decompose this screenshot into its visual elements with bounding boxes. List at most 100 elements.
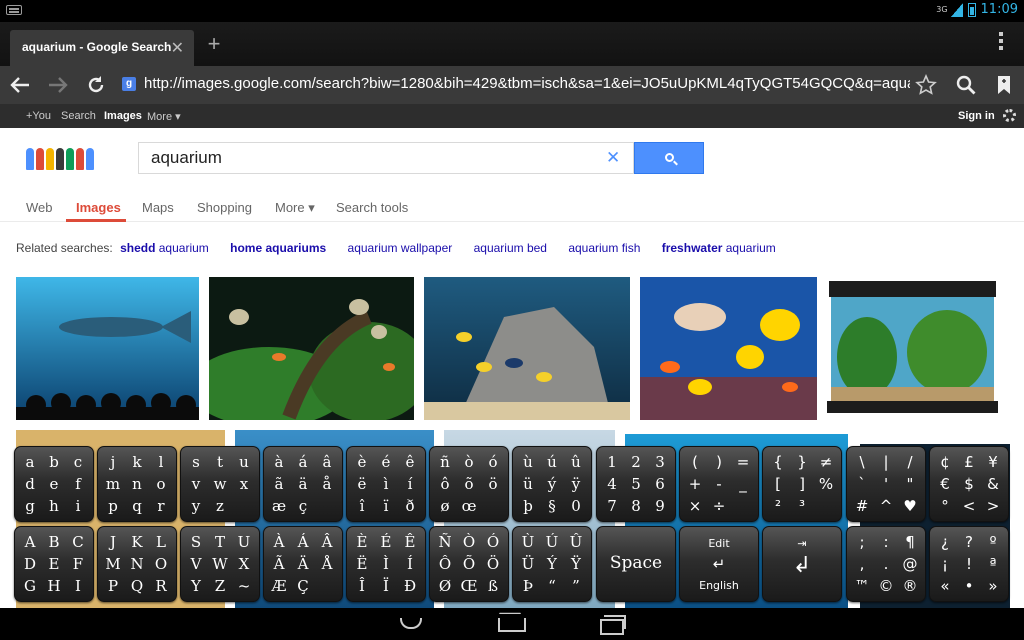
related-link-home[interactable]: home aquariums — [230, 241, 326, 255]
key-glyph: Í — [407, 555, 413, 573]
url-bar[interactable]: g http://images.google.com/search?biw=12… — [116, 72, 910, 98]
key-glyph: ê — [405, 453, 415, 471]
key-digits[interactable]: 123 456 789 — [596, 446, 676, 522]
related-rest: aquarium — [722, 241, 776, 255]
key-A-accents[interactable]: ÀÁÂ ÃÄÅ ÆÇ — [263, 526, 343, 602]
key-glyph: a — [25, 453, 35, 471]
gbar-search[interactable]: Search — [61, 110, 96, 122]
new-tab-button[interactable]: + — [200, 32, 228, 58]
key-glyph: ó — [488, 453, 498, 471]
clear-search-icon[interactable]: ✕ — [606, 148, 620, 168]
bookmark-star-button[interactable] — [910, 70, 942, 100]
language-label: English — [699, 579, 739, 592]
key-abc[interactable]: abc def ghi — [14, 446, 94, 522]
forward-button[interactable] — [42, 70, 74, 100]
bookmarks-button[interactable] — [988, 70, 1020, 100]
key-glyph: C — [72, 533, 84, 551]
close-tab-icon[interactable]: ✕ — [171, 38, 184, 58]
key-glyph: J — [109, 533, 116, 551]
key-math-symbols[interactable]: () = + - _ × ÷ — [679, 446, 759, 522]
key-glyph: l — [158, 453, 164, 471]
key-glyph: Ã — [273, 555, 285, 573]
key-glyph: ¶ — [905, 533, 915, 551]
nav-recents-icon[interactable] — [596, 614, 626, 635]
space-key[interactable]: Space — [596, 526, 676, 602]
overflow-menu-icon[interactable] — [998, 32, 1004, 54]
key-glyph: Ý — [547, 555, 557, 573]
key-u-accents[interactable]: ù ú û ü ý ÿ þ § 0 — [512, 446, 592, 522]
key-glyph: O — [154, 555, 168, 573]
reload-button[interactable] — [80, 70, 112, 100]
key-STU[interactable]: S T U V W X Y Z ~ — [180, 526, 260, 602]
image-result-fish-tank-kit[interactable] — [827, 277, 998, 420]
nav-home-icon[interactable] — [496, 614, 526, 634]
related-link-fish[interactable]: aquarium fish — [568, 241, 640, 255]
key-glyph: W — [212, 555, 228, 573]
key-JKL[interactable]: JKL MNO PQR — [97, 526, 177, 602]
image-result-planted-tank[interactable] — [209, 277, 414, 420]
key-O-accents[interactable]: ÑÒÓ ÔÕÖ ØŒß — [429, 526, 509, 602]
key-e-accents[interactable]: èéê ëìí îïð — [346, 446, 426, 522]
key-glyph: U — [237, 533, 251, 551]
sign-in-link[interactable]: Sign in — [958, 110, 995, 122]
key-glyph: 8 — [631, 497, 641, 515]
key-E-accents[interactable]: ÈÉÊ ËÌÍ ÎÏĐ — [346, 526, 426, 602]
back-button[interactable] — [4, 70, 36, 100]
tab-search-tools[interactable]: Search tools — [336, 200, 408, 215]
key-stu[interactable]: stu vwx yz — [180, 446, 260, 522]
key-glyph: ( — [692, 453, 698, 471]
key-punctuation[interactable]: ;: ¶,. @ ™ © ® — [846, 526, 926, 602]
key-brackets[interactable]: {} ≠ []% ² ³ — [762, 446, 842, 522]
key-jkl[interactable]: jkl mno pqr — [97, 446, 177, 522]
key-glyph: | — [883, 453, 889, 471]
key-ABC[interactable]: ABC DEF GHI — [14, 526, 94, 602]
tab-shopping[interactable]: Shopping — [197, 200, 252, 215]
key-o-accents[interactable]: ñòó ôõö øœ — [429, 446, 509, 522]
key-glyph: Ï — [383, 577, 389, 595]
tab-maps[interactable]: Maps — [142, 200, 174, 215]
key-slashes[interactable]: \ | / ` ' " # ^ ♥ — [846, 446, 926, 522]
gbar-images[interactable]: Images — [104, 110, 142, 122]
edit-language-key[interactable]: Edit ↵ English — [679, 526, 759, 602]
nav-back-icon[interactable] — [396, 614, 426, 634]
related-link-shedd[interactable]: shedd aquarium — [120, 241, 209, 255]
key-glyph: Œ — [460, 577, 478, 595]
key-glyph: Ü — [521, 555, 535, 573]
key-glyph: € — [940, 475, 950, 493]
gear-icon[interactable] — [1003, 109, 1016, 122]
tab-enter-key[interactable]: ⇥ ↲ — [762, 526, 842, 602]
gbar-more[interactable]: More ▾ — [147, 110, 181, 123]
key-glyph: ñ — [440, 453, 450, 471]
key-U-accents[interactable]: Ù Ú Û Ü Ý Ÿ Þ “ ” — [512, 526, 592, 602]
image-result-rock-aquarium[interactable] — [424, 277, 630, 420]
key-inverted-punct[interactable]: ¿? º ¡! ª « • » — [929, 526, 1009, 602]
key-a-accents[interactable]: àáâ ãäå æç — [263, 446, 343, 522]
key-glyph: ý — [547, 475, 557, 493]
tab-web[interactable]: Web — [26, 200, 53, 215]
keyboard-indicator-icon — [6, 5, 22, 15]
key-glyph: Ì — [383, 555, 389, 573]
key-glyph: f — [75, 475, 81, 493]
browser-tab[interactable]: aquarium - Google Search ✕ — [10, 30, 194, 66]
tab-images[interactable]: Images — [76, 200, 121, 215]
related-link-bed[interactable]: aquarium bed — [474, 241, 547, 255]
key-glyph: Å — [321, 555, 333, 573]
search-button[interactable] — [634, 142, 704, 174]
search-input[interactable] — [138, 142, 634, 174]
google-doodle-logo[interactable] — [26, 148, 104, 176]
image-result-tropical-fish[interactable] — [640, 277, 817, 420]
battery-icon — [967, 2, 976, 17]
key-glyph: Ÿ — [571, 555, 581, 573]
related-link-freshwater[interactable]: freshwater aquarium — [662, 241, 776, 255]
key-glyph: ã — [274, 475, 284, 493]
tab-more[interactable]: More ▾ — [275, 200, 315, 216]
key-glyph: k — [132, 453, 142, 471]
image-result-whale-shark[interactable] — [16, 277, 199, 420]
related-link-wallpaper[interactable]: aquarium wallpaper — [348, 241, 453, 255]
find-button[interactable] — [950, 70, 982, 100]
gbar-you[interactable]: +You — [26, 110, 51, 122]
key-glyph: ÿ — [571, 475, 581, 493]
on-screen-keyboard: abc def ghi jkl mno pqr stu vwx yz àáâ ãäå æç èé… — [0, 442, 1024, 608]
key-glyph: í — [407, 475, 413, 493]
key-currency[interactable]: ¢ £ ¥ € $ & ° < > — [929, 446, 1009, 522]
